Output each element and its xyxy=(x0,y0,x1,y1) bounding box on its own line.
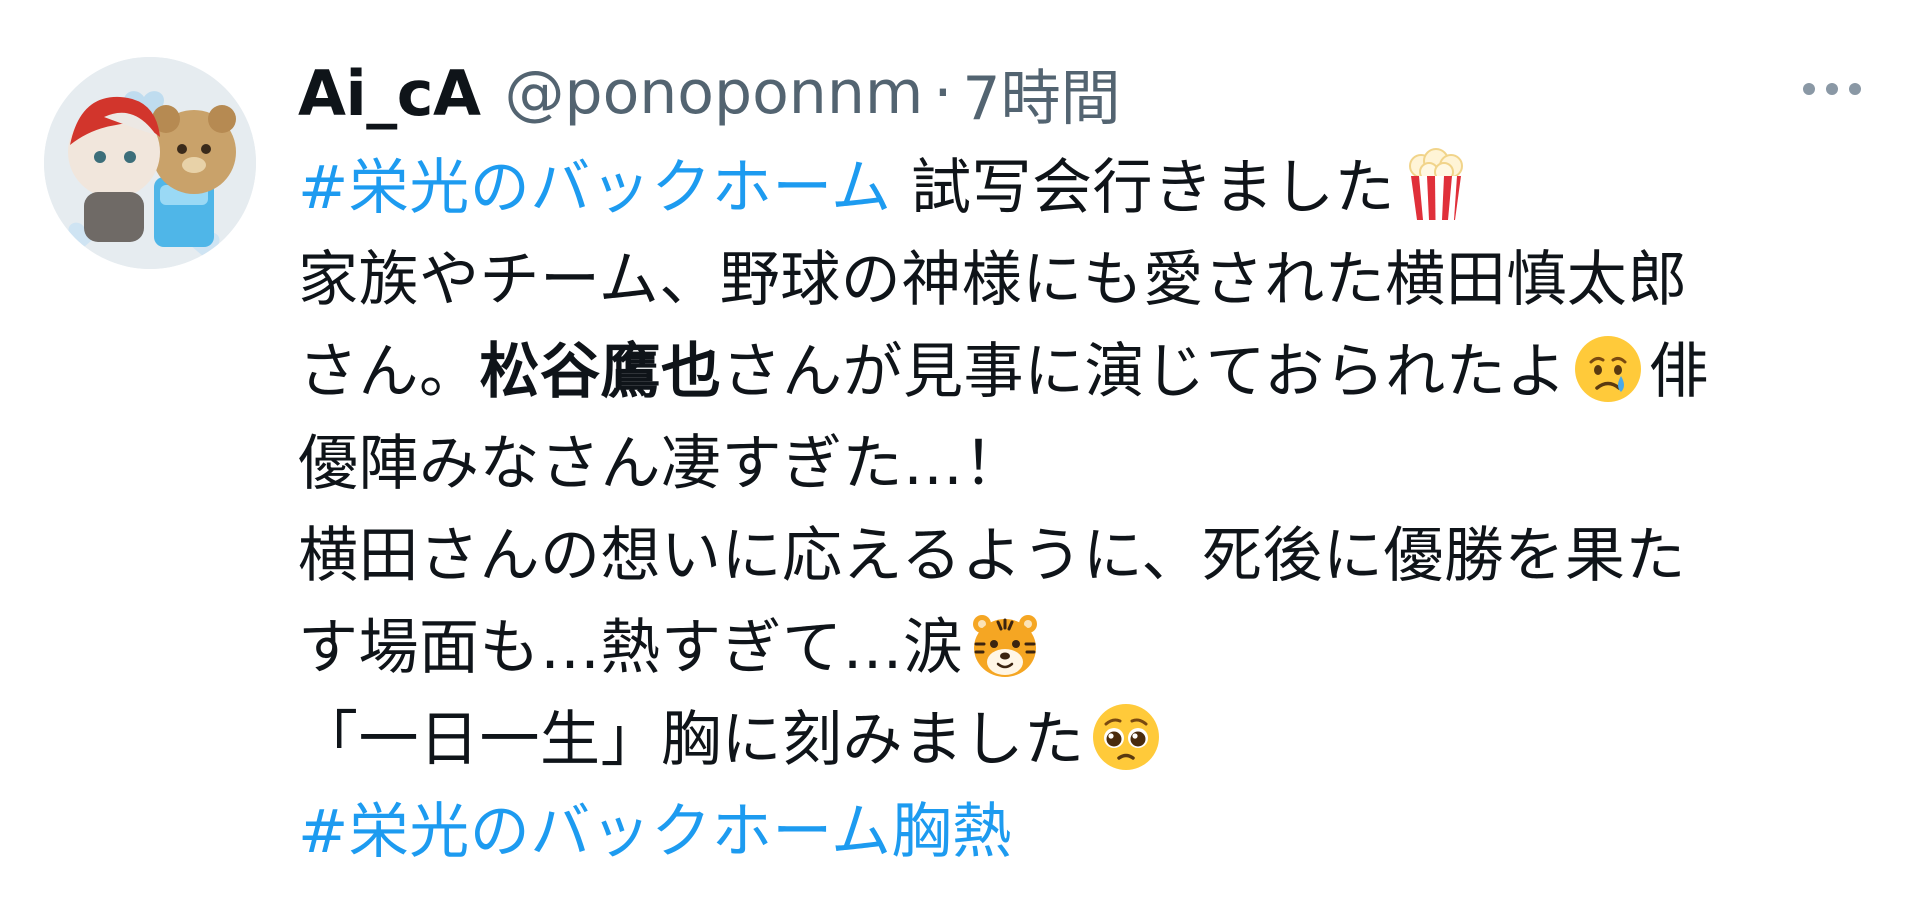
timestamp[interactable]: 7時間 xyxy=(962,50,1120,137)
popcorn-emoji-icon xyxy=(1399,148,1473,222)
tweet-text: #栄光のバックホーム 試写会行きました 家族やチーム、野球の神様にも愛された横田… xyxy=(298,142,1898,878)
more-horizontal-icon xyxy=(1803,83,1861,95)
avatar[interactable] xyxy=(44,57,256,269)
tweet-text-segment: 横田さんの想いに応えるように、死後に優勝を果た xyxy=(298,521,1686,591)
avatar-image xyxy=(44,57,256,269)
tweet-line: 家族やチーム、野球の神様にも愛された横田慎太郎 xyxy=(298,234,1898,326)
tweet-line: さん。松谷鷹也さんが見事に演じておられたよ 俳 xyxy=(298,326,1898,418)
tweet-line: 優陣みなさん凄すぎた…！ xyxy=(298,418,1898,510)
hashtag-link[interactable]: #栄光のバックホーム胸熱 xyxy=(298,797,1012,867)
tweet-text-segment: 優陣みなさん凄すぎた…！ xyxy=(298,429,1024,499)
tweet-text-segment: さんが見事に演じておられたよ xyxy=(721,337,1567,407)
separator: · xyxy=(933,58,953,128)
hashtag-link[interactable]: #栄光のバックホーム xyxy=(298,153,891,223)
bold-name: 松谷鷹也 xyxy=(479,337,722,407)
crying-face-emoji-icon xyxy=(1571,332,1645,406)
tweet-line: 横田さんの想いに応えるように、死後に優勝を果た xyxy=(298,510,1898,602)
tweet-header: Ai_cA @ponoponnm · 7時間 xyxy=(298,48,1121,138)
tweet-line: #栄光のバックホーム胸熱 xyxy=(298,786,1898,878)
tweet-text-segment: 試写会行きました xyxy=(891,153,1396,223)
tweet-line: す場面も…熱すぎて…涙 xyxy=(298,602,1898,694)
pleading-face-emoji-icon xyxy=(1089,700,1163,774)
tweet-line: #栄光のバックホーム 試写会行きました xyxy=(298,142,1898,234)
tweet-text-segment: 俳 xyxy=(1648,337,1710,407)
tweet-text-segment: 家族やチーム、野球の神様にも愛された横田慎太郎 xyxy=(298,245,1688,315)
more-options-button[interactable] xyxy=(1782,66,1882,112)
user-handle[interactable]: @ponoponnm xyxy=(504,58,923,128)
tiger-face-emoji-icon xyxy=(968,608,1042,682)
tweet-text-segment: す場面も…熱すぎて…涙 xyxy=(298,613,964,683)
display-name[interactable]: Ai_cA xyxy=(298,57,481,130)
tweet-text-segment: さん。 xyxy=(298,337,480,407)
tweet-text-segment: 「一日一生」胸に刻みました xyxy=(298,705,1085,775)
tweet-card: Ai_cA @ponoponnm · 7時間 #栄光のバックホーム 試写会行きま… xyxy=(0,0,1920,913)
tweet-line: 「一日一生」胸に刻みました xyxy=(298,694,1898,786)
